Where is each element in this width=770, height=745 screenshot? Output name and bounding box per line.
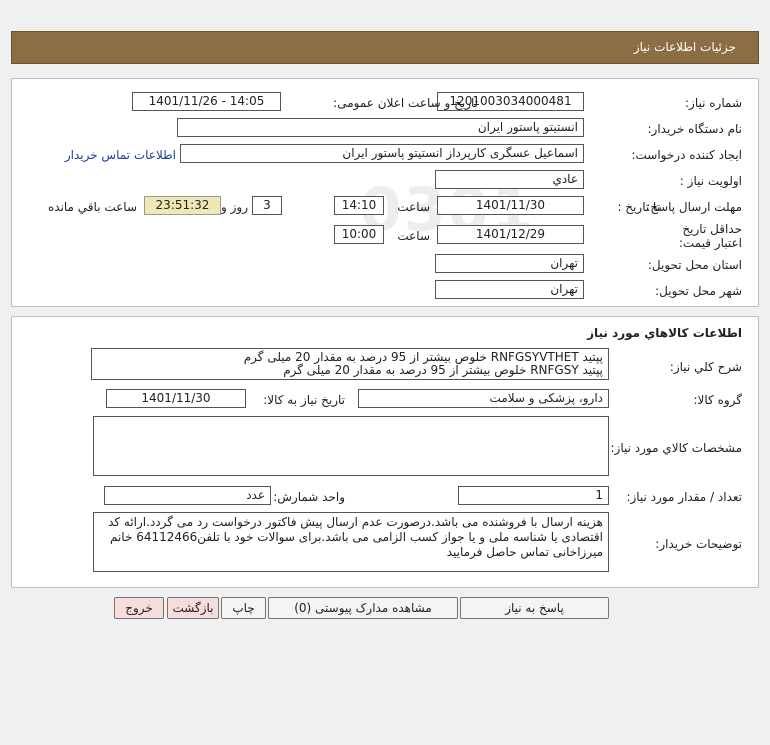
deadline-time-field: 14:10 (334, 196, 384, 215)
province-label: استان محل تحویل: (647, 258, 742, 272)
unit-field: عدد (104, 486, 271, 505)
deadline-time-label: ساعت (397, 200, 430, 214)
creator-label: ایجاد کننده درخواست: (631, 148, 742, 162)
remaining-label: ساعت باقي مانده (47, 200, 137, 214)
need-date-label: تاریخ نیاز به کالا: (263, 393, 345, 407)
page-header: جزئیات اطلاعات نیاز (11, 31, 759, 64)
deadline-date-field: 1401/11/30 (437, 196, 584, 215)
need-info-panel (11, 78, 759, 307)
city-label: شهر محل تحویل: (655, 284, 742, 298)
group-field: دارو، پزشکی و سلامت (358, 389, 609, 408)
desc-field: پپتید RNFGSYVTHET خلوص بیشتر از 95 درصد … (91, 348, 609, 380)
buyer-org-label: نام دستگاه خریدار: (647, 122, 743, 136)
notes-label: توضیحات خریدار: (655, 537, 742, 551)
days-label: روز و (221, 200, 248, 214)
exit-button[interactable]: خروج (114, 597, 164, 619)
unit-label: واحد شمارش: (273, 490, 345, 504)
goods-section-title: اطلاعات کالاهاي مورد نياز (587, 326, 742, 340)
province-field: تهران (435, 254, 584, 273)
deadline-label: مهلت ارسال پاسخ: (646, 200, 742, 214)
reply-button[interactable]: پاسخ به نیاز (460, 597, 609, 619)
qty-label: تعداد / مقدار مورد نیاز: (626, 490, 742, 504)
page-title: جزئیات اطلاعات نیاز (633, 40, 736, 54)
deadline-to-date-label: تا تاریخ : (617, 200, 660, 214)
back-button[interactable]: بازگشت (167, 597, 219, 619)
contact-info-link[interactable]: اطلاعات تماس خریدار (65, 148, 176, 162)
specs-label: مشخصات کالاي مورد نياز: (610, 441, 742, 455)
need-date-field: 1401/11/30 (106, 389, 246, 408)
desc-line-2: پپتید RNFGSY خلوص بیشتر از 95 درصد به مق… (283, 363, 603, 377)
priority-field: عادي (435, 170, 584, 189)
validity-time-field: 10:00 (334, 225, 384, 244)
announce-field: 1401/11/26 - 14:05 (132, 92, 281, 111)
days-field: 3 (252, 196, 282, 215)
city-field: تهران (435, 280, 584, 299)
print-button[interactable]: چاپ (221, 597, 266, 619)
buyer-org-field: انستیتو پاستور ایران (177, 118, 584, 137)
attachments-button[interactable]: مشاهده مدارک پیوستی (0) (268, 597, 458, 619)
validity-date-field: 1401/12/29 (437, 225, 584, 244)
announce-label: تاریخ و ساعت اعلان عمومی: (333, 96, 478, 110)
validity-label: حداقل تاریخ اعتبار قیمت: (678, 222, 742, 250)
specs-field (93, 416, 609, 476)
group-label: گروه کالا: (693, 393, 743, 407)
notes-field: هزینه ارسال با فروشنده می باشد.درصورت عد… (93, 512, 609, 572)
priority-label: اولویت نیاز : (679, 174, 742, 188)
creator-field: اسماعیل عسگری کارپرداز انستیتو پاستور ای… (180, 144, 584, 163)
desc-label: شرح کلي نياز: (669, 360, 742, 374)
need-no-label: شماره نیاز: (685, 96, 742, 110)
qty-field: 1 (458, 486, 609, 505)
remaining-time-field: 23:51:32 (144, 196, 221, 215)
validity-time-label: ساعت (397, 229, 430, 243)
